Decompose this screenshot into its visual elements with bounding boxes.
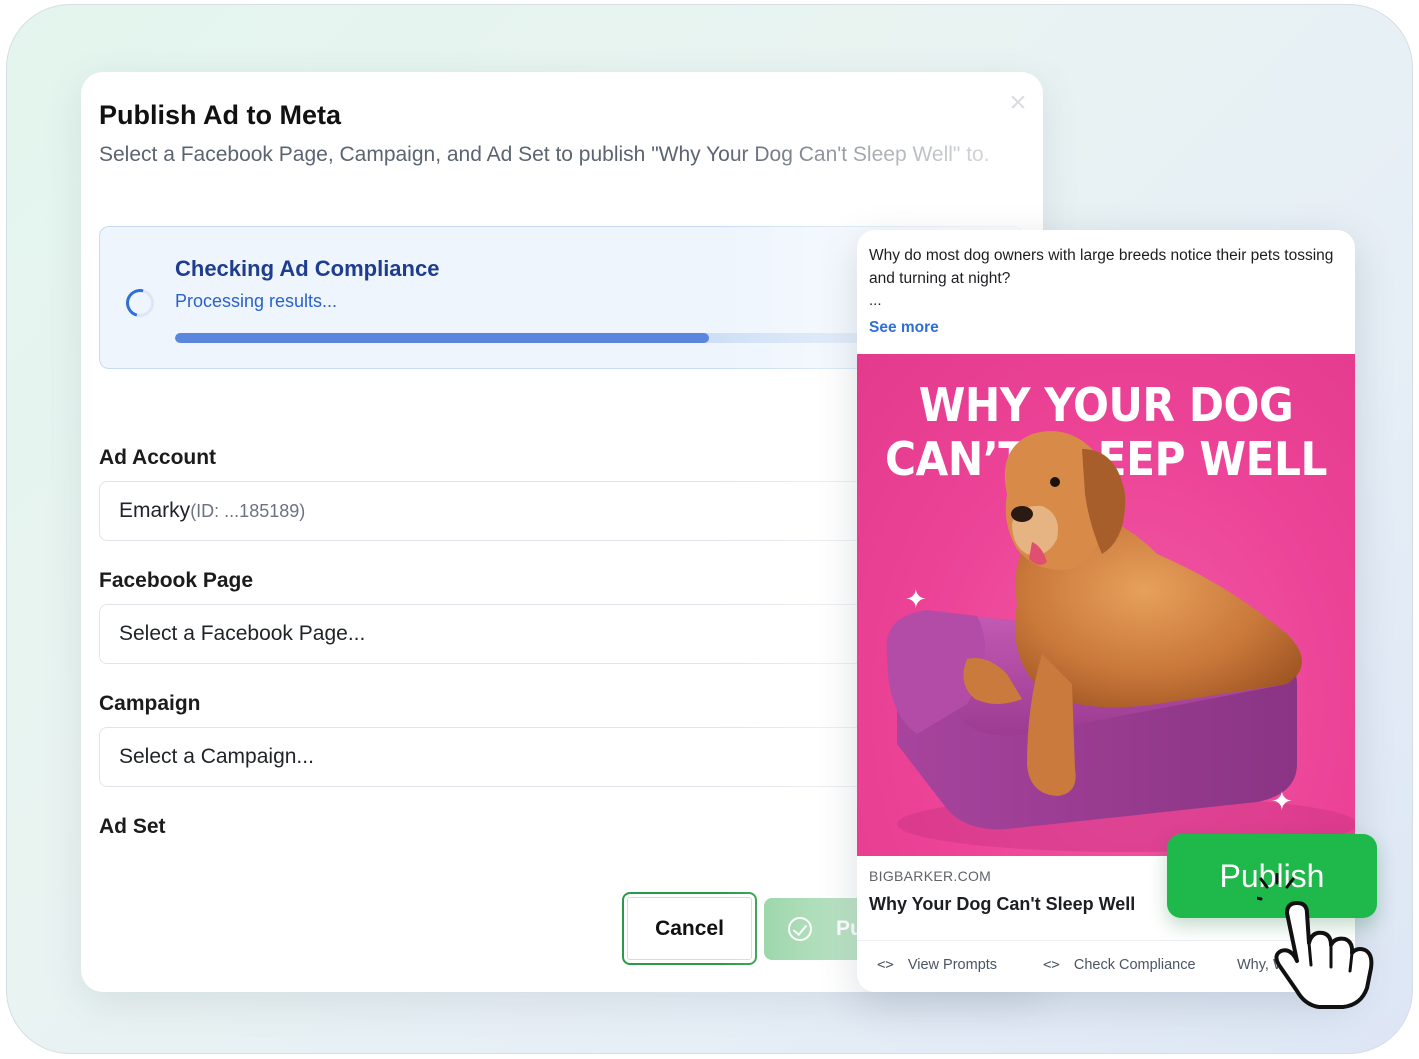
compliance-title: Checking Ad Compliance: [175, 256, 440, 281]
background-frame: Publish Ad to Meta × Select a Facebook P…: [6, 4, 1413, 1054]
ad-account-label: Ad Account: [99, 446, 217, 469]
code-icon: <>: [877, 957, 894, 973]
campaign-label: Campaign: [99, 692, 201, 715]
code-icon: <>: [1043, 957, 1060, 973]
check-compliance-action[interactable]: <> Check Compliance: [1043, 957, 1196, 973]
ad-primary-text: Why do most dog owners with large breeds…: [869, 247, 1334, 287]
check-compliance-label: Check Compliance: [1073, 957, 1196, 973]
progress-fill: [175, 333, 710, 343]
facebook-page-label: Facebook Page: [99, 569, 254, 592]
modal-subtitle: Select a Facebook Page, Campaign, and Ad…: [99, 143, 990, 166]
spinner-icon: [120, 283, 160, 323]
view-prompts-action[interactable]: <> View Prompts: [877, 957, 997, 973]
view-prompts-label: View Prompts: [907, 957, 998, 973]
close-icon[interactable]: ×: [1003, 88, 1033, 118]
ad-creative-image: WHY YOUR DOG CAN’T SLEEP WELL ✦ ✦: [857, 354, 1355, 856]
cancel-button[interactable]: Cancel: [622, 892, 757, 965]
modal-title: Publish Ad to Meta: [99, 100, 341, 130]
ad-link-title: Why Your Dog Can't Sleep Well: [869, 894, 1136, 914]
sparkle-icon: ✦: [1271, 786, 1293, 816]
ad-account-id: (ID: ...185189): [190, 501, 306, 521]
ad-text-ellipsis: ...: [869, 292, 882, 309]
see-more-link[interactable]: See more: [869, 319, 939, 337]
sparkle-icon: ✦: [905, 584, 927, 614]
check-circle-icon: [788, 917, 812, 941]
hand-pointer-icon: [1257, 873, 1374, 1009]
ad-account-name: Emarky: [119, 499, 191, 522]
ad-set-label: Ad Set: [99, 815, 166, 838]
ad-domain: BIGBARKER.COM: [869, 868, 992, 884]
dog-on-bed-illustration: [886, 431, 1355, 852]
compliance-status-text: Processing results...: [175, 291, 338, 311]
